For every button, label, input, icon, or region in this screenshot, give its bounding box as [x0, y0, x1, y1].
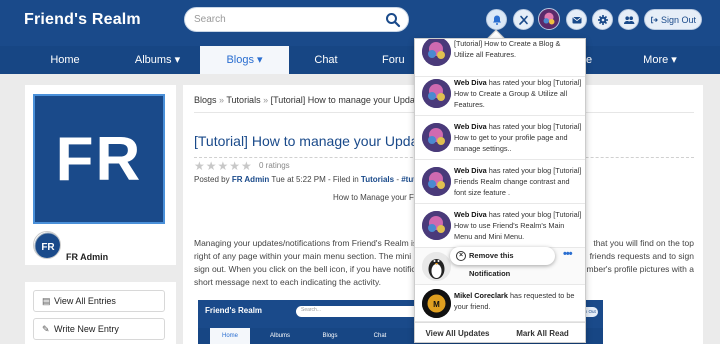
chevron-down-icon: ▾ [257, 54, 263, 66]
site-brand[interactable]: Friend's Realm [24, 11, 141, 29]
nav-partial[interactable]: e [586, 46, 606, 74]
webdiva-avatar [422, 79, 451, 108]
write-new-entry-label: Write New Entry [54, 324, 119, 334]
nav-home[interactable]: Home [30, 46, 100, 74]
blog-actions-panel: ▤ View All Entries ✎ Write New Entry [25, 282, 176, 344]
notification-text: Web Diva has rated your blog [Tutorial] … [454, 210, 582, 241]
embed-nav-blogs: Blogs [322, 333, 338, 339]
mikel-avatar: M [422, 289, 451, 318]
notification-text: [Tutorial] How to Create a Blog & Utiliz… [454, 39, 561, 59]
notification-text: Mikel Coreclark has requested to be your… [454, 291, 575, 311]
post-meta: Posted by FR Admin Tue at 5:22 PM - File… [194, 175, 444, 184]
signout-icon [651, 16, 658, 23]
embed-nav-albums: Albums [269, 333, 290, 339]
nav-chat-label: Chat [314, 54, 338, 66]
webdiva-avatar [422, 211, 451, 240]
user-avatar[interactable] [538, 8, 560, 30]
chevron-down-icon: ▾ [174, 54, 181, 66]
breadcrumb-separator: » [263, 95, 269, 105]
nav-partial-label: e [586, 54, 593, 66]
mail-icon[interactable] [566, 9, 587, 30]
notification-text: Web Diva has rated your blog [Tutorial] … [454, 78, 582, 109]
notification-item[interactable]: Web Diva has rated your blog [Tutorial] … [415, 116, 585, 160]
body-line: right of any page within your main menu … [194, 251, 431, 261]
nav-more[interactable]: More ▾ [630, 46, 690, 74]
breadcrumb-separator: » [219, 95, 225, 105]
nav-blogs[interactable]: Blogs ▾ [200, 46, 289, 74]
ratings-count: 0 ratings [259, 161, 290, 170]
meta-date: Tue at 5:22 PM - Filed in [271, 175, 359, 184]
body-line: sign out. When you click on the bell ico… [194, 264, 446, 274]
breadcrumb: Blogs » Tutorials » [Tutorial] How to ma… [194, 95, 441, 105]
top-bar: Friend's Realm Search Sign Out [0, 0, 720, 46]
main-nav: Home Albums ▾ Blogs ▾ Chat Foru e More ▾ [0, 46, 720, 74]
close-icon: × [456, 251, 466, 261]
nav-home-label: Home [50, 54, 80, 66]
notification-text: Web Diva has rated your blog [Tutorial] … [454, 122, 582, 153]
embed-search-text: Search... [301, 307, 322, 313]
search-input[interactable]: Search [184, 7, 409, 32]
post-title: [Tutorial] How to manage your Updates/N [194, 133, 452, 149]
write-new-entry-button[interactable]: ✎ Write New Entry [33, 318, 165, 340]
blog-logo: FR [33, 94, 165, 224]
svg-text:FR: FR [41, 242, 55, 253]
author-name[interactable]: FR Admin [66, 252, 108, 262]
embed-nav-chat: Chat [373, 333, 387, 339]
body-line: Managing your updates/notifications from… [194, 238, 430, 248]
body-line-tail: friends requests and to sign [589, 251, 694, 261]
meta-category-link[interactable]: Tutorials [361, 175, 394, 184]
chevron-down-icon: ▾ [671, 54, 677, 66]
penguin-avatar [422, 252, 451, 281]
nav-chat[interactable]: Chat [300, 46, 352, 74]
webdiva-avatar [422, 167, 451, 196]
author-avatar[interactable]: FR [33, 231, 61, 259]
bell-icon[interactable] [486, 9, 507, 30]
notification-item[interactable]: M Mikel Coreclark has requested to be yo… [415, 285, 585, 322]
view-all-entries-label: View All Entries [54, 296, 116, 306]
nav-blogs-label: Blogs [226, 54, 254, 66]
notification-text: Web Diva has rated your blog [Tutorial] … [454, 166, 582, 197]
breadcrumb-tutorials[interactable]: Tutorials [226, 95, 260, 105]
body-line: short message next to each indicating th… [194, 277, 381, 287]
body-line-tail: that you will find on the top [593, 238, 694, 248]
mark-all-read-button[interactable]: Mark All Read [500, 323, 585, 342]
body-line-tail: mber's profile pictures with a [586, 264, 694, 274]
notification-item[interactable]: Web Diva has rated your blog [Tutorial] … [415, 160, 585, 204]
friends-icon[interactable] [618, 9, 639, 30]
gear-icon[interactable] [592, 9, 613, 30]
nav-albums-label: Albums [134, 54, 172, 66]
nav-forum[interactable]: Foru [382, 46, 412, 74]
remove-notification-button[interactable]: × Remove this Notification [450, 247, 555, 278]
search-icon[interactable] [385, 12, 401, 28]
notifications-footer: View All Updates Mark All Read [415, 322, 585, 342]
notification-item[interactable]: Web Diva has rated your blog [Tutorial] … [415, 72, 585, 116]
signout-button[interactable]: Sign Out [644, 9, 702, 30]
view-all-entries-button[interactable]: ▤ View All Entries [33, 290, 165, 312]
meta-author-link[interactable]: FR Admin [232, 175, 269, 184]
tools-icon[interactable] [513, 9, 534, 30]
logo-text: FR [55, 124, 143, 194]
webdiva-avatar [422, 123, 451, 152]
signout-label: Sign Out [660, 14, 697, 25]
remove-notification-label: Remove this Notification [469, 251, 514, 278]
nav-albums[interactable]: Albums ▾ [115, 46, 200, 74]
post-subheading: How to Manage your Fr [333, 193, 417, 202]
embed-nav-home: Home [210, 328, 250, 344]
meta-posted-by: Posted by [194, 175, 230, 184]
pen-icon: ✎ [42, 324, 50, 334]
view-all-updates-button[interactable]: View All Updates [415, 323, 500, 342]
webdiva-avatar [422, 39, 451, 66]
nav-more-label: More [643, 54, 669, 66]
svg-text:M: M [433, 300, 440, 309]
breadcrumb-blogs[interactable]: Blogs [194, 95, 217, 105]
more-options-icon[interactable]: ••• [563, 248, 573, 260]
nav-forum-label: Foru [382, 54, 405, 66]
notifications-dropdown: [Tutorial] How to Create a Blog & Utiliz… [414, 38, 586, 343]
document-icon: ▤ [42, 296, 51, 306]
embed-brand: Friend's Realm [205, 306, 263, 315]
notification-item[interactable]: Web Diva has rated your blog [Tutorial] … [415, 204, 585, 248]
author-panel: FR FR FR Admin [25, 85, 176, 265]
rating-stars[interactable]: ★★★★★ [194, 159, 253, 173]
search-placeholder: Search [194, 14, 226, 25]
